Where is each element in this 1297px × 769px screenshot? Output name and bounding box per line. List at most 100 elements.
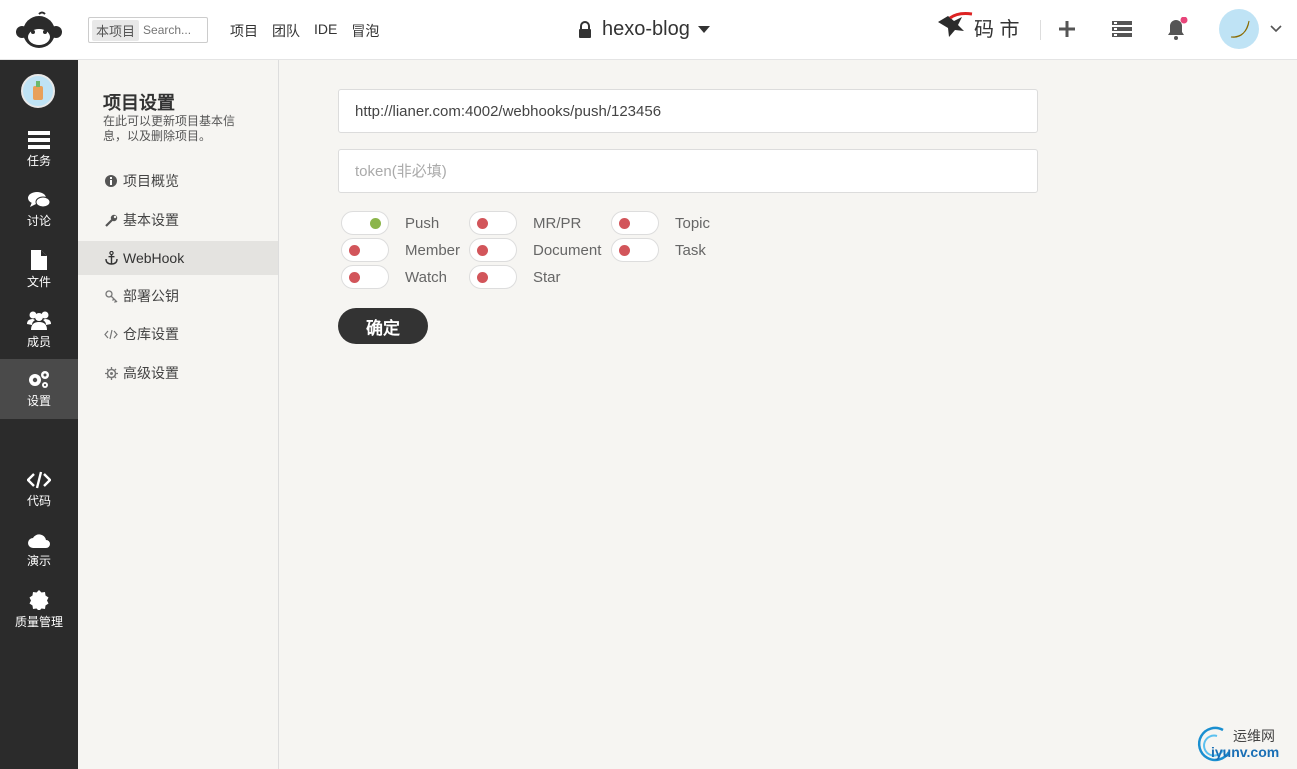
settings-description: 在此可以更新项目基本信息，以及删除项目。 <box>103 114 236 143</box>
sidebar-item-label: 任务 <box>26 154 51 168</box>
project-name: hexo-blog <box>602 18 690 40</box>
sidebar-item-demo[interactable]: 演示 <box>0 520 78 580</box>
tasks-icon <box>28 131 50 149</box>
settings-title: 项目设置 <box>103 93 175 113</box>
users-icon <box>27 311 51 330</box>
toggle-member[interactable] <box>341 238 389 262</box>
settings-nav-basic[interactable]: 基本设置 <box>78 203 278 237</box>
sidebar-item-label: 文件 <box>26 275 51 289</box>
plus-icon[interactable] <box>1055 17 1079 41</box>
settings-nav-advanced[interactable]: 高级设置 <box>78 356 278 390</box>
settings-nav-label: 项目概览 <box>123 173 179 189</box>
top-bar: 本项目 项目 团队 IDE 冒泡 hexo-blog 码 市 <box>0 0 1297 60</box>
toggle-push[interactable] <box>341 211 389 235</box>
settings-nav-label: 基本设置 <box>123 212 179 228</box>
settings-nav-label: WebHook <box>123 250 185 266</box>
sidebar-item-code[interactable]: 代码 <box>0 460 78 520</box>
settings-nav-label: 仓库设置 <box>123 326 179 342</box>
event-label-member: Member <box>405 242 461 259</box>
project-avatar[interactable] <box>21 74 55 108</box>
toggle-knob <box>477 272 488 283</box>
settings-nav-label: 部署公钥 <box>123 288 179 304</box>
toggle-knob <box>349 245 360 256</box>
wrench-icon <box>104 214 118 227</box>
divider <box>1040 20 1041 40</box>
settings-nav-repo[interactable]: 仓库设置 <box>78 317 278 351</box>
code-market-logo[interactable]: 码 市 <box>936 8 1028 48</box>
search-scope-tag[interactable]: 本项目 <box>92 19 140 41</box>
project-switcher[interactable]: hexo-blog <box>578 18 710 41</box>
badge-icon <box>29 590 49 610</box>
notification-dot <box>1180 17 1188 24</box>
chevron-down-icon[interactable] <box>1269 22 1283 36</box>
sidebar-item-label: 代码 <box>26 494 51 508</box>
confirm-button[interactable]: 确定 <box>338 308 428 344</box>
toggle-document[interactable] <box>469 238 517 262</box>
bell-icon[interactable] <box>1164 17 1188 41</box>
banana-icon <box>1230 20 1250 38</box>
top-nav: 项目 团队 IDE 冒泡 <box>230 21 379 41</box>
event-label-mr-pr: MR/PR <box>533 215 582 232</box>
sidebar-item-discussion[interactable]: 讨论 <box>0 180 78 240</box>
sidebar-item-label: 设置 <box>26 394 51 408</box>
settings-nav: 项目设置 在此可以更新项目基本信息，以及删除项目。 项目概览 基本设置 WebH… <box>78 60 279 769</box>
sidebar-item-settings[interactable]: 设置 <box>0 359 78 419</box>
watermark: 运维网 iyunv.com <box>1193 722 1293 766</box>
sidebar-item-members[interactable]: 成员 <box>0 300 78 360</box>
toggle-knob <box>619 218 630 229</box>
toggle-star[interactable] <box>469 265 517 289</box>
user-avatar[interactable] <box>1219 9 1259 49</box>
toggle-topic[interactable] <box>611 211 659 235</box>
nav-bubble[interactable]: 冒泡 <box>351 21 379 41</box>
event-label-push: Push <box>405 215 440 232</box>
event-label-topic: Topic <box>675 215 711 232</box>
sidebar-item-tasks[interactable]: 任务 <box>0 120 78 180</box>
settings-nav-webhook[interactable]: WebHook <box>78 241 278 275</box>
event-label-star: Star <box>533 269 561 286</box>
cloud-icon <box>28 534 50 548</box>
file-icon <box>31 250 47 270</box>
webhook-url-input[interactable] <box>338 89 1038 133</box>
gears-icon <box>29 371 49 388</box>
toggle-mr-pr[interactable] <box>469 211 517 235</box>
list-icon[interactable] <box>1110 17 1134 41</box>
info-icon <box>104 175 118 187</box>
sidebar-item-label: 质量管理 <box>14 615 63 629</box>
toggle-knob <box>477 245 488 256</box>
toggle-knob <box>477 218 488 229</box>
event-label-document: Document <box>533 242 602 259</box>
watermark-cn: 运维网 <box>1233 728 1275 744</box>
code-icon <box>104 329 118 340</box>
toggle-task[interactable] <box>611 238 659 262</box>
left-sidebar: 任务 讨论 文件 成员 设置 代码 演示 质量管理 <box>0 60 78 769</box>
toggle-knob <box>370 218 381 229</box>
nav-ide[interactable]: IDE <box>314 21 337 41</box>
sidebar-item-label: 讨论 <box>26 214 51 228</box>
lock-icon <box>579 20 591 38</box>
sidebar-item-quality[interactable]: 质量管理 <box>0 580 78 640</box>
token-input[interactable] <box>338 149 1038 193</box>
nav-team[interactable]: 团队 <box>272 21 300 41</box>
watermark-en: iyunv.com <box>1211 744 1280 760</box>
comments-icon <box>28 192 50 208</box>
sidebar-item-label: 成员 <box>26 335 51 349</box>
event-label-watch: Watch <box>405 269 447 286</box>
cog-icon <box>104 366 118 380</box>
toggle-knob <box>349 272 360 283</box>
nav-projects[interactable]: 项目 <box>230 21 258 41</box>
settings-nav-deploy-key[interactable]: 部署公钥 <box>78 279 278 313</box>
key-icon <box>104 289 118 303</box>
code-icon <box>27 471 51 489</box>
search-input[interactable] <box>143 23 206 37</box>
settings-nav-overview[interactable]: 项目概览 <box>78 164 278 198</box>
market-logo-text: 码 市 <box>974 18 1020 41</box>
coding-monkey-logo[interactable] <box>14 10 64 50</box>
caret-down-icon <box>697 26 710 33</box>
toggle-watch[interactable] <box>341 265 389 289</box>
event-label-task: Task <box>675 242 706 259</box>
search-box[interactable]: 本项目 <box>88 17 208 43</box>
sidebar-item-files[interactable]: 文件 <box>0 240 78 300</box>
sidebar-item-label: 演示 <box>26 554 51 568</box>
anchor-icon <box>104 251 118 265</box>
settings-nav-label: 高级设置 <box>123 365 179 381</box>
